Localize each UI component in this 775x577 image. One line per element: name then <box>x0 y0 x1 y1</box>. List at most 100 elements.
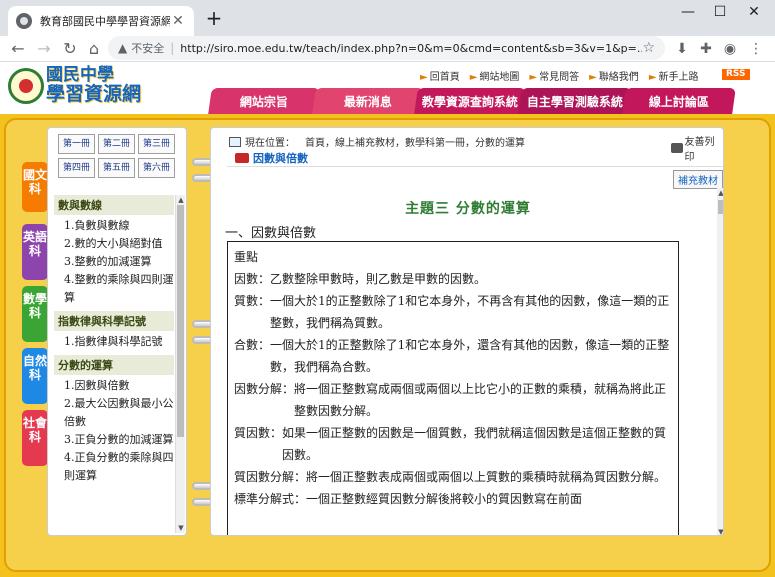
top-link-sitemap[interactable]: ► 網站地圖 <box>470 68 520 83</box>
definition-row: 因數分解： 將一個正整數寫成兩個或兩個以上比它小的正數的乘積，就稱為將此正整數因數… <box>234 378 672 422</box>
definition-text: 將一個正整數寫成兩個或兩個以上比它小的正數的乘積，就稱為將此正整數因數分解。 <box>294 382 667 418</box>
definition-text: 一個正整數經質因數分解後將較小的質因數寫在前面 <box>306 492 583 506</box>
subject-tab-chinese[interactable]: 國文科 <box>22 162 48 212</box>
list-item[interactable]: 2.數的大小與絕對值 <box>54 235 174 253</box>
logo-line2: 學習資源網 <box>46 83 142 105</box>
nav-tab-label: 自主學習測驗系統 <box>526 94 623 109</box>
book-button-6[interactable]: 第六冊 <box>138 158 175 178</box>
print-button[interactable]: 友善列印 <box>671 133 723 163</box>
browser-tab-bar: 教育部國民中學學習資源網 ✕ + — ☐ ✕ <box>0 0 775 36</box>
bullet-icon: ► <box>648 72 657 83</box>
definition-term: 合數： <box>234 338 271 352</box>
book-icon <box>235 153 249 163</box>
nav-tab-purpose[interactable]: 網站宗旨 <box>208 88 320 114</box>
extensions-puzzle-icon[interactable]: ✚ <box>696 39 716 59</box>
book-button-1[interactable]: 第一冊 <box>58 134 95 154</box>
address-bar[interactable]: ▲ 不安全 | http://siro.moe.edu.tw/teach/ind… <box>108 36 665 60</box>
list-item[interactable]: 1.指數律與科學記號 <box>54 333 174 351</box>
tab-title: 教育部國民中學學習資源網 <box>40 15 170 28</box>
definition-term: 因數分解： <box>234 382 295 396</box>
maximize-icon[interactable]: ☐ <box>710 2 730 22</box>
book-button-4[interactable]: 第四冊 <box>58 158 95 178</box>
definition-term: 質因數分解： <box>234 470 307 484</box>
subject-tab-social[interactable]: 社會科 <box>22 410 48 466</box>
list-item[interactable]: 3.正負分數的加減運算 <box>54 431 174 449</box>
browser-tab[interactable]: 教育部國民中學學習資源網 ✕ <box>8 6 194 36</box>
book-grid: 第一冊 第二冊 第三冊 第四冊 第五冊 第六冊 <box>58 134 186 178</box>
ministry-seal-icon[interactable] <box>8 68 44 104</box>
nav-tab-label: 網站宗旨 <box>239 94 288 109</box>
definition-text: 一個大於1的正整數除了1和它本身外，還含有其他的因數，像這一類的正整數，我們稱為… <box>270 338 670 374</box>
browser-toolbar: ← → ↻ ⌂ ▲ 不安全 | http://siro.moe.edu.tw/t… <box>0 36 775 62</box>
nav-tab-label: 最新消息 <box>343 94 392 109</box>
box-title: 重點 <box>234 250 259 264</box>
list-item[interactable]: 1.負數與數線 <box>54 217 174 235</box>
definition-text: 將一個正整數表成兩個或兩個以上質數的乘積時就稱為質因數分解。 <box>306 470 667 484</box>
list-item[interactable]: 2.最大公因數與最小公倍數 <box>54 395 174 431</box>
scroll-up-icon[interactable]: ▲ <box>176 195 186 205</box>
scroll-thumb[interactable] <box>177 205 184 437</box>
nav-tab-self-test[interactable]: 自主學習測驗系統 <box>518 88 632 114</box>
definition-text: 乙數整除甲數時，則乙數是甲數的因數。 <box>270 272 487 286</box>
definition-row: 標準分解式： 一個正整數經質因數分解後將較小的質因數寫在前面 <box>234 488 672 510</box>
list-item[interactable]: 4.正負分數的乘除與四則運算 <box>54 449 174 485</box>
scroll-thumb[interactable] <box>718 200 723 214</box>
bullet-icon: ► <box>529 72 538 83</box>
globe-icon <box>16 13 32 29</box>
section-heading[interactable]: 數與數線 <box>54 195 174 215</box>
left-scrollbar[interactable]: ▲ ▼ <box>175 195 185 533</box>
definition-row: 質數： 一個大於1的正整數除了1和它本身外，不再含有其他的因數，像這一類的正整數，… <box>234 290 672 334</box>
url-text[interactable]: http://siro.moe.edu.tw/teach/index.php?n… <box>180 42 642 55</box>
list-item[interactable]: 1.因數與倍數 <box>54 377 174 395</box>
list-item[interactable]: 4.整數的乘除與四則運算 <box>54 271 174 307</box>
close-window-icon[interactable]: ✕ <box>744 2 764 22</box>
definition-term: 質數： <box>234 294 271 308</box>
top-link-faq[interactable]: ► 常見問答 <box>529 68 579 83</box>
site-logo[interactable]: 國民中學 學習資源網 <box>46 66 141 104</box>
top-link-newbie[interactable]: ► 新手上路 <box>649 68 699 83</box>
print-label: 友善列印 <box>684 137 715 163</box>
book-button-5[interactable]: 第五冊 <box>98 158 135 178</box>
bookmark-star-icon[interactable]: ☆ <box>642 40 655 56</box>
insecure-label[interactable]: 不安全 <box>131 40 164 56</box>
reload-icon[interactable]: ↻ <box>60 39 80 59</box>
list-item[interactable]: 3.整數的加減運算 <box>54 253 174 271</box>
section-heading[interactable]: 指數律與科學記號 <box>54 311 174 331</box>
subject-tab-math[interactable]: 數學科 <box>22 286 48 342</box>
supplement-button[interactable]: 補充教材 <box>673 170 723 189</box>
scroll-down-icon[interactable]: ▼ <box>176 523 186 533</box>
breadcrumb-path[interactable]: 首頁，線上補充教材，數學科第一冊，分數的運算 <box>305 134 525 149</box>
back-icon[interactable]: ← <box>8 39 28 59</box>
top-link-label: 回首頁 <box>429 72 460 83</box>
definition-row: 質因數： 如果一個正整數的因數是一個質數，我們就稱這個因數是這個正整數的質因數。 <box>234 422 672 466</box>
section-title: 因數與倍數 <box>235 150 308 166</box>
menu-dots-icon[interactable]: ⋮ <box>746 39 766 59</box>
definition-term: 因數： <box>234 272 271 286</box>
book-button-2[interactable]: 第二冊 <box>98 134 135 154</box>
scroll-up-icon[interactable]: ▲ <box>717 188 723 198</box>
content-scrollbar[interactable]: ▲ ▼ <box>717 188 723 535</box>
home-icon[interactable]: ⌂ <box>84 39 104 59</box>
top-link-contact[interactable]: ► 聯絡我們 <box>589 68 639 83</box>
minimize-icon[interactable]: — <box>678 2 698 22</box>
book-button-3[interactable]: 第三冊 <box>138 134 175 154</box>
warning-icon[interactable]: ▲ <box>118 41 127 55</box>
forward-icon[interactable]: → <box>34 39 54 59</box>
subject-tab-english[interactable]: 英語科 <box>22 224 48 280</box>
top-links: ► 回首頁 ► 網站地圖 ► 常見問答 ► 聯絡我們 ► 新手上路 <box>420 68 709 83</box>
subject-tab-science[interactable]: 自然科 <box>22 348 48 404</box>
rss-badge[interactable]: RSS <box>722 69 750 80</box>
scroll-down-icon[interactable]: ▼ <box>717 527 723 535</box>
profile-avatar-icon[interactable]: ◉ <box>720 39 740 59</box>
address-separator: | <box>170 41 175 55</box>
nav-tab-news[interactable]: 最新消息 <box>312 88 424 114</box>
download-icon[interactable]: ⬇ <box>672 39 692 59</box>
top-link-home[interactable]: ► 回首頁 <box>420 68 460 83</box>
section-heading[interactable]: 分數的運算 <box>54 355 174 375</box>
chapter-list: 數與數線 1.負數與數線 2.數的大小與絕對值 3.整數的加減運算 4.整數的乘… <box>54 195 174 533</box>
nav-tab-resource-search[interactable]: 教學資源查詢系統 <box>414 88 526 114</box>
nav-tab-forum[interactable]: 線上討論區 <box>622 88 736 114</box>
close-tab-icon[interactable]: ✕ <box>170 13 186 29</box>
new-tab-button[interactable]: + <box>204 8 224 28</box>
printer-icon <box>671 143 683 153</box>
